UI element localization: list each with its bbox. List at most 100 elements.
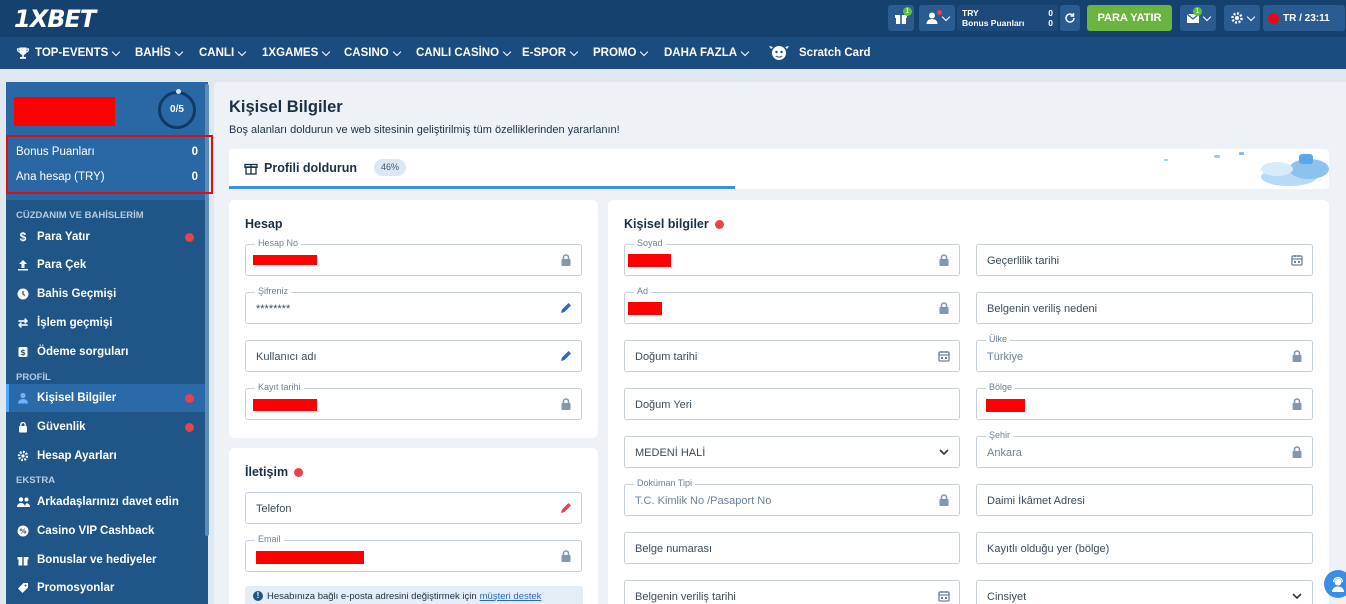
country-field[interactable]: Ülke Türkiye bbox=[976, 334, 1313, 372]
mail-badge: 1 bbox=[1193, 7, 1202, 16]
document-type-field[interactable]: Doküman Tipi T.C. Kimlik No /Pasaport No bbox=[624, 478, 960, 516]
refresh-button[interactable] bbox=[1060, 5, 1080, 31]
support-agent-icon bbox=[1332, 576, 1344, 592]
account-card-title: Hesap bbox=[245, 217, 283, 231]
chevron-down-icon bbox=[569, 47, 579, 56]
sidebar-item-promotions[interactable]: Promosyonlar bbox=[6, 574, 206, 602]
profile-progress-card[interactable]: Profili doldurun 46% bbox=[229, 149, 1329, 189]
sidebar-item-bonuses-gifts[interactable]: Bonuslar ve hediyeler bbox=[6, 546, 206, 574]
account-balance-box[interactable]: TRY Bonus Puanları 0 0 bbox=[957, 5, 1058, 31]
balance-highlight-box bbox=[6, 135, 213, 194]
username-field[interactable]: Kullanıcı adı bbox=[245, 340, 582, 372]
nav-scratch-card[interactable]: Scratch Card bbox=[768, 37, 871, 69]
registered-place-field[interactable]: Kayıtlı olduğu yer (bölge) bbox=[976, 532, 1313, 564]
gift-button[interactable]: 1 bbox=[888, 5, 914, 31]
address-field[interactable]: Daimi İkâmet Adresi bbox=[976, 484, 1313, 516]
svg-text:%: % bbox=[19, 528, 26, 536]
chevron-down-icon bbox=[740, 47, 750, 56]
nav-promo[interactable]: PROMO bbox=[593, 37, 649, 69]
sidebar-item-personal-info[interactable]: Kişisel Bilgiler bbox=[6, 384, 206, 412]
alert-icon bbox=[185, 233, 194, 242]
nav-live-casino[interactable]: CANLI CASİNO bbox=[416, 37, 512, 69]
name-field[interactable]: Ad bbox=[624, 286, 960, 324]
gift-icon bbox=[244, 163, 258, 175]
birth-place-field[interactable]: Doğum Yeri bbox=[624, 388, 960, 420]
profile-progress-ring[interactable]: 0/5 bbox=[158, 89, 196, 129]
chevron-down-icon bbox=[640, 47, 649, 56]
calendar-icon[interactable] bbox=[1290, 253, 1304, 267]
nav-top-events[interactable]: TOP-EVENTS bbox=[16, 37, 121, 69]
chevron-down-icon bbox=[237, 47, 247, 56]
gift-icon bbox=[16, 553, 30, 567]
dollar-icon: $ bbox=[19, 230, 27, 244]
account-currency: TRY bbox=[962, 8, 979, 18]
redacted-username bbox=[14, 97, 115, 126]
page-subtitle: Boş alanları doldurun ve web sitesinin g… bbox=[229, 124, 620, 136]
support-link[interactable]: müşteri destek bbox=[480, 591, 542, 602]
user-menu-button[interactable] bbox=[919, 5, 955, 31]
lock-icon bbox=[559, 549, 573, 563]
settings-button[interactable] bbox=[1224, 5, 1260, 31]
document-number-field[interactable]: Belge numarası bbox=[624, 532, 960, 564]
issue-reason-field[interactable]: Belgenin veriliş nedeni bbox=[976, 292, 1313, 324]
sidebar-item-withdraw[interactable]: Para Çek bbox=[6, 251, 206, 279]
redacted-account-number bbox=[253, 255, 317, 265]
document-issue-date-field[interactable]: Belgenin veriliş tarihi bbox=[624, 580, 960, 604]
alert-icon bbox=[714, 219, 724, 229]
chevron-down-icon bbox=[174, 47, 184, 56]
sidebar-item-invite-friends[interactable]: Arkadaşlarınızı davet edin bbox=[6, 488, 206, 516]
lock-icon bbox=[16, 420, 30, 434]
site-logo[interactable]: 1XBET bbox=[14, 5, 96, 33]
registration-date-field[interactable]: Kayıt tarihi bbox=[245, 382, 582, 420]
sidebar-item-bet-history[interactable]: Bahis Geçmişi bbox=[6, 280, 206, 308]
receipt-icon: $ bbox=[16, 345, 30, 359]
password-field[interactable]: Şifreniz ******** bbox=[245, 286, 582, 324]
language-time-label: TR / 23:11 bbox=[1283, 12, 1330, 24]
nav-more[interactable]: DAHA FAZLA bbox=[664, 37, 750, 69]
phone-field[interactable]: Telefon bbox=[245, 492, 582, 524]
profile-progress-title: Profili doldurun bbox=[264, 161, 358, 175]
nav-esports[interactable]: E-SPOR bbox=[522, 37, 579, 69]
sidebar-item-deposit[interactable]: $ Para Yatır bbox=[6, 223, 206, 251]
scratch-card-icon bbox=[769, 46, 789, 60]
lock-icon bbox=[1290, 397, 1304, 411]
deposit-button[interactable]: PARA YATIR bbox=[1087, 5, 1172, 31]
city-field[interactable]: Şehir Ankara bbox=[976, 430, 1313, 468]
turkey-flag-icon bbox=[1268, 12, 1279, 24]
nav-canli[interactable]: CANLI bbox=[199, 37, 247, 69]
refresh-icon bbox=[1065, 13, 1075, 23]
calendar-icon[interactable] bbox=[937, 589, 951, 603]
sidebar-item-security[interactable]: Güvenlik bbox=[6, 413, 206, 441]
language-time-button[interactable]: TR / 23:11 bbox=[1263, 5, 1345, 31]
messages-button[interactable]: 1 bbox=[1180, 5, 1216, 31]
nav-1xgames[interactable]: 1XGAMES bbox=[262, 37, 331, 69]
nav-casino[interactable]: CASINO bbox=[344, 37, 401, 69]
upload-icon bbox=[16, 258, 30, 272]
sidebar-item-transactions[interactable]: ⇄ İşlem geçmişi bbox=[6, 309, 206, 337]
pencil-icon[interactable] bbox=[559, 501, 573, 515]
region-field[interactable]: Bölge bbox=[976, 382, 1313, 420]
marital-status-select[interactable]: MEDENİ HALİ bbox=[624, 436, 960, 468]
lock-icon bbox=[559, 397, 573, 411]
chevron-down-icon bbox=[1246, 12, 1256, 21]
email-field[interactable]: Email bbox=[245, 534, 582, 572]
account-bonus-label: Bonus Puanları bbox=[962, 18, 1025, 28]
sidebar-item-payment-queries[interactable]: $ Ödeme sorguları bbox=[6, 338, 206, 366]
notification-dot bbox=[937, 10, 942, 15]
calendar-icon[interactable] bbox=[937, 349, 951, 363]
support-chat-button[interactable] bbox=[1324, 570, 1346, 598]
birth-date-field[interactable]: Doğum tarihi bbox=[624, 340, 960, 372]
sidebar-item-account-settings[interactable]: Hesap Ayarları bbox=[6, 442, 206, 470]
pencil-icon[interactable] bbox=[559, 301, 573, 315]
gender-select[interactable]: Cinsiyet bbox=[976, 580, 1313, 604]
surname-field[interactable]: Soyad bbox=[624, 238, 960, 276]
validity-date-field[interactable]: Geçerlilik tarihi bbox=[976, 244, 1313, 276]
profile-progress-percent: 46% bbox=[374, 159, 407, 176]
nav-bahis[interactable]: BAHİS bbox=[135, 37, 184, 69]
redacted-registration-date bbox=[253, 399, 317, 411]
pencil-icon[interactable] bbox=[559, 349, 573, 363]
account-number-field[interactable]: Hesap No bbox=[245, 238, 582, 276]
sidebar-item-vip-cashback[interactable]: % Casino VIP Cashback bbox=[6, 517, 206, 545]
gift-badge: 1 bbox=[903, 7, 912, 16]
user-icon bbox=[16, 391, 30, 405]
